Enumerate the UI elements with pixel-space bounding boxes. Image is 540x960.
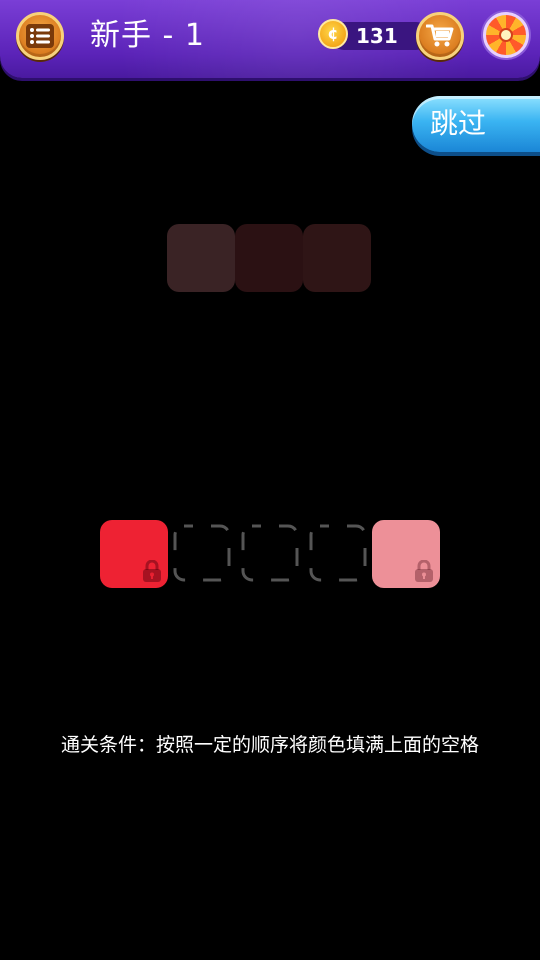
empty-slot[interactable] — [309, 524, 367, 582]
dashed-slot-outline — [173, 524, 231, 582]
shop-button[interactable] — [416, 12, 464, 60]
menu-button[interactable] — [16, 12, 64, 60]
coin-icon: ¢ — [318, 19, 348, 49]
empty-slot[interactable] — [173, 524, 231, 582]
empty-slot[interactable] — [241, 524, 299, 582]
list-menu-icon — [26, 24, 54, 48]
dashed-slot-outline — [241, 524, 299, 582]
dashed-slot-outline — [309, 524, 367, 582]
level-title: 新手 - 1 — [90, 18, 205, 53]
lucky-wheel-button[interactable] — [483, 12, 529, 58]
lucky-wheel-icon — [499, 28, 513, 42]
win-condition-text: 通关条件：按照一定的顺序将颜色填满上面的空格 — [60, 734, 479, 756]
target-tile-3 — [303, 224, 371, 292]
lock-icon — [415, 560, 433, 582]
locked-tile-red — [100, 520, 168, 588]
target-tile-2 — [235, 224, 303, 292]
coin-count: 131 — [356, 24, 398, 48]
skip-button[interactable]: 跳过 — [412, 96, 540, 152]
shopping-cart-icon — [426, 24, 454, 47]
target-tile-1 — [167, 224, 235, 292]
locked-tile-pink — [372, 520, 440, 588]
lock-icon — [143, 560, 161, 582]
